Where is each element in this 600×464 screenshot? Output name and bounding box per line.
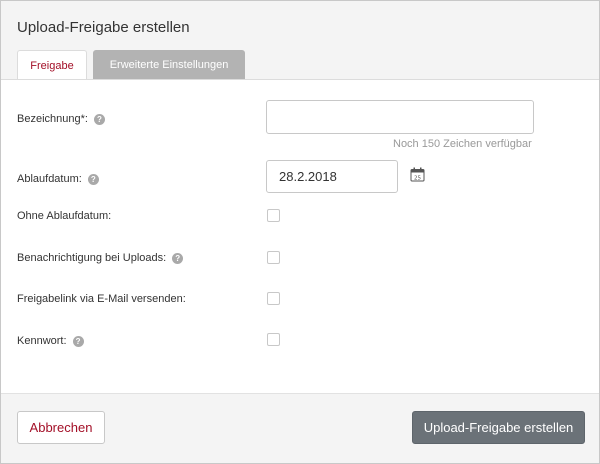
benachrichtigung-label: Benachrichtigung bei Uploads:	[17, 252, 167, 264]
dialog-footer: Abbrechen Upload-Freigabe erstellen	[1, 393, 599, 463]
dialog-title: Upload-Freigabe erstellen	[17, 19, 190, 36]
help-icon[interactable]: ?	[72, 335, 84, 347]
help-icon[interactable]: ?	[87, 173, 99, 185]
bezeichnung-label: Bezeichnung*:	[17, 113, 88, 125]
bezeichnung-input[interactable]	[266, 100, 534, 134]
kennwort-row-label: Kennwort: ?	[17, 335, 84, 347]
remaining-characters-hint: Noch 150 Zeichen verfügbar	[393, 138, 532, 150]
upload-share-dialog: Upload-Freigabe erstellen Freigabe Erwei…	[0, 0, 600, 464]
ohne-ablaufdatum-checkbox[interactable]	[267, 209, 280, 222]
benachrichtigung-checkbox[interactable]	[267, 251, 280, 264]
ohne-ablaufdatum-label: Ohne Ablaufdatum:	[17, 210, 112, 222]
benachrichtigung-row-label: Benachrichtigung bei Uploads: ?	[17, 252, 184, 264]
help-icon[interactable]: ?	[172, 252, 184, 264]
email-versenden-checkbox[interactable]	[267, 292, 280, 305]
tab-freigabe[interactable]: Freigabe	[17, 50, 87, 80]
bezeichnung-row-label: Bezeichnung*: ?	[17, 113, 105, 125]
tab-erweiterte-einstellungen[interactable]: Erweiterte Einstellungen	[93, 50, 245, 79]
ablaufdatum-label: Ablaufdatum:	[17, 173, 82, 185]
kennwort-checkbox[interactable]	[267, 333, 280, 346]
ablaufdatum-input[interactable]	[266, 160, 398, 193]
create-upload-share-button[interactable]: Upload-Freigabe erstellen	[412, 411, 585, 444]
ablaufdatum-row-label: Ablaufdatum: ?	[17, 173, 99, 185]
kennwort-label: Kennwort:	[17, 335, 67, 347]
cancel-button[interactable]: Abbrechen	[17, 411, 105, 444]
calendar-day-number: 25	[414, 176, 421, 182]
calendar-icon[interactable]: 25	[410, 167, 425, 182]
form-panel: Bezeichnung*: ? Noch 150 Zeichen verfügb…	[1, 79, 599, 393]
email-versenden-label: Freigabelink via E-Mail versenden:	[17, 293, 186, 305]
help-icon[interactable]: ?	[93, 113, 105, 125]
